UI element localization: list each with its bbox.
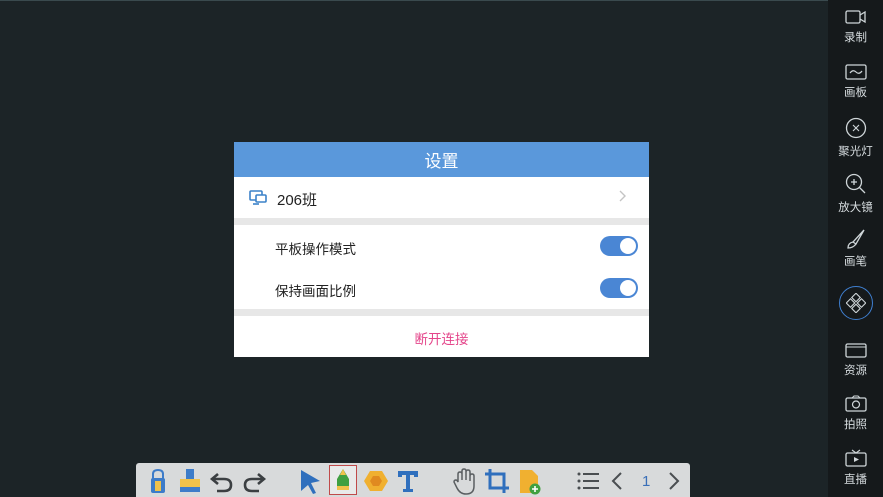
option-tablet-mode: 平板操作模式 xyxy=(234,225,649,267)
right-sidebar: 录制 画板 聚光灯 放大镜 画笔 资源 拍照 直播 xyxy=(828,0,883,497)
sidebar-item-live[interactable]: 直播 xyxy=(828,449,883,487)
top-divider xyxy=(0,0,828,1)
sidebar-item-spotlight[interactable]: 聚光灯 xyxy=(828,117,883,159)
keep-ratio-toggle[interactable] xyxy=(600,278,638,298)
page-number: 1 xyxy=(642,473,651,490)
section-divider xyxy=(234,309,649,316)
bottom-toolbar: 1 xyxy=(136,463,690,497)
sidebar-item-label: 放大镜 xyxy=(838,202,873,214)
camera-icon xyxy=(844,395,867,412)
undo-icon[interactable] xyxy=(209,468,235,494)
live-tv-icon xyxy=(844,449,867,467)
option-label: 平板操作模式 xyxy=(275,242,356,257)
whiteboard-icon xyxy=(844,64,867,80)
sidebar-item-label: 画板 xyxy=(844,87,867,99)
sidebar-item-brush[interactable]: 画笔 xyxy=(828,229,883,269)
dialog-title-text: 设置 xyxy=(424,152,459,171)
eraser-icon[interactable] xyxy=(178,468,202,494)
class-name: 206班 xyxy=(277,192,318,209)
shape-hexagon-icon[interactable] xyxy=(363,468,389,494)
spotlight-icon xyxy=(845,117,866,139)
text-tool-icon[interactable] xyxy=(396,468,420,494)
pen-icon xyxy=(337,469,349,490)
sidebar-item-resources[interactable]: 资源 xyxy=(828,341,883,378)
add-page-icon[interactable] xyxy=(518,468,542,496)
monitor-icon xyxy=(249,190,267,211)
prev-page-icon[interactable] xyxy=(610,471,624,491)
hand-pan-icon[interactable] xyxy=(452,468,476,496)
brush-icon xyxy=(846,229,865,249)
sidebar-item-magnifier[interactable]: 放大镜 xyxy=(828,173,883,215)
sidebar-item-label: 资源 xyxy=(844,365,867,377)
select-arrow-icon[interactable] xyxy=(298,468,324,496)
toggle-knob xyxy=(620,280,636,296)
option-label: 保持画面比例 xyxy=(275,284,356,299)
chevron-right-icon xyxy=(619,189,627,206)
center-tools-icon xyxy=(846,293,866,313)
page-list-icon[interactable] xyxy=(576,471,600,491)
class-row[interactable]: 206班 xyxy=(234,177,649,218)
crop-icon[interactable] xyxy=(484,468,510,494)
clip-icon[interactable] xyxy=(148,468,168,494)
magnifier-icon xyxy=(845,173,865,194)
settings-dialog: 设置 206班 平板操作模式 保持画面比例 断开连接 xyxy=(234,142,649,357)
sidebar-item-label: 直播 xyxy=(844,474,867,486)
tablet-mode-toggle[interactable] xyxy=(600,236,638,256)
folder-icon xyxy=(844,343,867,358)
option-keep-ratio: 保持画面比例 xyxy=(234,267,649,309)
dialog-title: 设置 xyxy=(234,142,649,177)
redo-icon[interactable] xyxy=(241,468,267,494)
disconnect-label: 断开连接 xyxy=(414,332,469,347)
sidebar-item-label: 拍照 xyxy=(844,419,867,431)
video-camera-icon xyxy=(844,10,866,24)
center-tools-button[interactable] xyxy=(839,286,873,320)
sidebar-item-label: 画笔 xyxy=(844,256,867,268)
toggle-knob xyxy=(620,238,636,254)
next-page-icon[interactable] xyxy=(667,471,681,491)
sidebar-item-record[interactable]: 录制 xyxy=(828,9,883,45)
sidebar-item-photo[interactable]: 拍照 xyxy=(828,395,883,432)
sidebar-item-label: 聚光灯 xyxy=(838,146,873,158)
section-divider xyxy=(234,218,649,225)
disconnect-button[interactable]: 断开连接 xyxy=(234,316,649,357)
pen-tool-selected[interactable] xyxy=(329,465,357,495)
sidebar-item-label: 录制 xyxy=(844,32,867,44)
sidebar-item-whiteboard[interactable]: 画板 xyxy=(828,64,883,100)
